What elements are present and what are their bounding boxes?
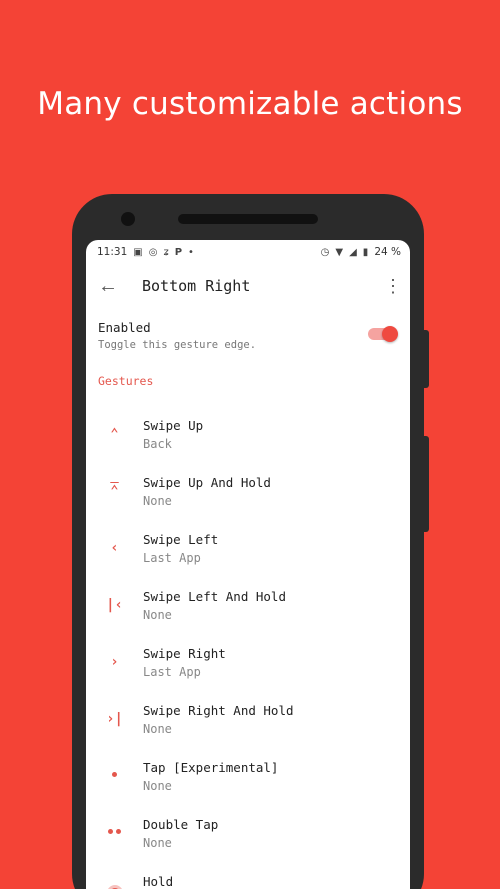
gesture-item-swipe-left[interactable]: ‹ Swipe Left Last App xyxy=(86,526,410,583)
hold-dot-icon xyxy=(86,874,143,889)
battery-level: 24 % xyxy=(374,246,401,258)
gesture-item-hold[interactable]: Hold xyxy=(86,868,410,889)
chevron-left-icon: ‹ xyxy=(110,540,119,556)
alarm-icon: ◷ xyxy=(320,246,330,258)
toggle-thumb xyxy=(382,326,398,342)
whatsapp-notification-icon: ◎ xyxy=(148,246,158,258)
power-button xyxy=(423,330,429,388)
gesture-item-tap[interactable]: Tap [Experimental] None xyxy=(86,754,410,811)
image-notification-icon: ▣ xyxy=(133,246,143,258)
gesture-value: None xyxy=(143,722,172,736)
back-arrow-icon[interactable]: ← xyxy=(98,275,142,298)
gesture-name: Swipe Right And Hold xyxy=(143,703,294,718)
gesture-value: None xyxy=(143,836,172,850)
gesture-item-swipe-up[interactable]: ⌃ Swipe Up Back xyxy=(86,412,410,469)
gesture-name: Swipe Right xyxy=(143,646,226,661)
gesture-value: None xyxy=(143,494,172,508)
double-dot-icon xyxy=(86,817,143,834)
enabled-toggle[interactable] xyxy=(368,326,398,342)
gesture-item-double-tap[interactable]: Double Tap None xyxy=(86,811,410,868)
single-dot-icon xyxy=(86,760,143,777)
front-camera xyxy=(121,212,135,226)
chevron-left-bar-icon: |‹ xyxy=(106,597,123,613)
page-title: Bottom Right xyxy=(142,277,251,295)
chevron-right-bar-icon: ›| xyxy=(106,711,123,727)
gesture-name: Swipe Left And Hold xyxy=(143,589,286,604)
gesture-name: Swipe Up xyxy=(143,418,204,433)
paypal-notification-icon: P xyxy=(174,246,183,258)
gesture-item-swipe-right-hold[interactable]: ›| Swipe Right And Hold None xyxy=(86,697,410,754)
app-notification-icon: ʑ xyxy=(163,246,169,258)
gesture-value: None xyxy=(143,779,172,793)
gesture-name: Tap [Experimental] xyxy=(143,760,279,775)
phone-screen: 11:31 ▣ ◎ ʑ P • ◷ ▼ ◢ ▮ 24 % ← Bottom Ri… xyxy=(86,240,410,889)
gesture-item-swipe-up-hold[interactable]: ⌃ Swipe Up And Hold None xyxy=(86,469,410,526)
more-notifications-icon: • xyxy=(188,246,194,258)
volume-button xyxy=(423,436,429,532)
gesture-name: Double Tap xyxy=(143,817,219,832)
gesture-name: Hold xyxy=(143,874,174,889)
battery-icon: ▮ xyxy=(362,246,369,258)
enabled-title: Enabled xyxy=(98,320,151,335)
enabled-setting[interactable]: Enabled Toggle this gesture edge. xyxy=(86,308,410,366)
chevron-up-bar-icon: ⌃ xyxy=(110,483,119,499)
gesture-value: Back xyxy=(143,437,172,451)
gesture-item-swipe-left-hold[interactable]: |‹ Swipe Left And Hold None xyxy=(86,583,410,640)
gesture-item-swipe-right[interactable]: › Swipe Right Last App xyxy=(86,640,410,697)
chevron-right-icon: › xyxy=(110,654,119,670)
gesture-name: Swipe Up And Hold xyxy=(143,475,271,490)
overflow-menu-icon[interactable]: ⋮ xyxy=(384,277,402,295)
gesture-value: Last App xyxy=(143,665,201,679)
gesture-name: Swipe Left xyxy=(143,532,219,547)
gestures-section-label: Gestures xyxy=(98,374,154,388)
signal-icon: ◢ xyxy=(349,246,357,258)
wifi-icon: ▼ xyxy=(335,246,344,258)
gesture-value: None xyxy=(143,608,172,622)
headline: Many customizable actions xyxy=(37,86,463,122)
status-time: 11:31 xyxy=(97,246,128,258)
chevron-up-icon: ⌃ xyxy=(110,426,119,442)
app-bar: ← Bottom Right ⋮ xyxy=(86,264,410,308)
earpiece-speaker xyxy=(178,214,318,224)
status-bar: 11:31 ▣ ◎ ʑ P • ◷ ▼ ◢ ▮ 24 % xyxy=(86,240,410,264)
enabled-subtitle: Toggle this gesture edge. xyxy=(98,339,257,351)
gesture-value: Last App xyxy=(143,551,201,565)
